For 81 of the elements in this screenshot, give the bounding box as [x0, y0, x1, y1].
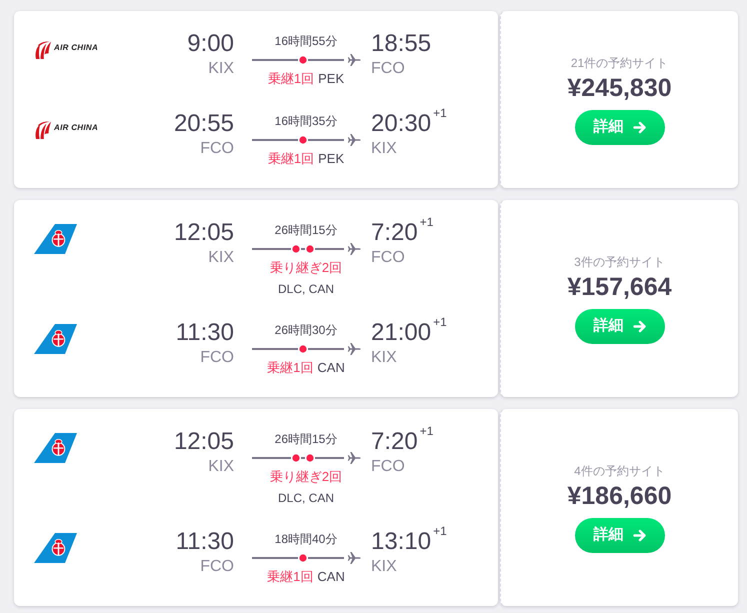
flight-duration: 16時間55分: [274, 33, 338, 49]
stop-dot-icon: [298, 56, 306, 64]
stopover-count: 乗継1回: [268, 150, 314, 168]
details-button[interactable]: 詳細: [574, 110, 664, 144]
bird-emblem-icon: [34, 41, 51, 59]
airline-wordmark: AIR CHINA: [54, 43, 98, 52]
airline-wordmark: AIR CHINA: [54, 123, 98, 132]
stopover-airports: PEK: [318, 70, 344, 88]
arrival-time: 13:10: [371, 528, 432, 556]
flight-duration: 26時間15分: [274, 222, 338, 238]
arrival-time: 20:30: [371, 110, 432, 138]
flight-duration: 26時間15分: [274, 431, 338, 447]
tail-fin-logo-icon: [34, 224, 77, 254]
arrow-right-icon: [632, 320, 646, 332]
stopover-airports: CAN: [317, 568, 345, 586]
stop-dot-icon: [298, 554, 306, 562]
stopover-count: 乗継1回: [268, 70, 314, 88]
stopover-airports: DLC, CAN: [278, 281, 334, 297]
airplane-icon: [346, 242, 360, 256]
airplane-icon: [346, 133, 360, 147]
arrival-airport: FCO: [371, 248, 405, 268]
departure-time: 11:30: [176, 528, 234, 556]
arrival-airport: FCO: [371, 59, 405, 79]
stop-dot-icon: [298, 345, 306, 353]
arrival-time: 7:20: [371, 428, 418, 456]
next-day-marker: +1: [433, 525, 447, 537]
next-day-marker: +1: [433, 107, 447, 119]
flight-duration: 18時間40分: [274, 531, 338, 547]
details-button[interactable]: 詳細: [574, 518, 664, 552]
stopover-count: 乗り継ぎ2回: [270, 468, 342, 486]
booking-sites-count: 21件の予約サイト: [570, 54, 668, 70]
price-text: ¥157,664: [567, 272, 672, 302]
arrival-airport: FCO: [371, 457, 405, 477]
stop-dot-icon: [306, 245, 314, 253]
next-day-marker: +1: [420, 425, 434, 437]
stopover-airports: PEK: [318, 150, 344, 168]
arrow-right-icon: [632, 528, 646, 542]
stopover-count: 乗り継ぎ2回: [270, 259, 342, 277]
tail-fin-logo-icon: [34, 324, 77, 354]
flight-duration: 26時間30分: [274, 322, 338, 338]
next-day-marker: +1: [420, 216, 434, 228]
departure-airport: FCO: [200, 348, 234, 368]
stop-dot-icon: [292, 454, 300, 462]
arrow-right-icon: [632, 120, 646, 134]
arrival-airport: KIX: [371, 139, 397, 159]
tail-fin-logo-icon: [34, 433, 77, 463]
departure-time: 12:05: [174, 219, 234, 247]
departure-time: 20:55: [174, 110, 234, 138]
flight-duration: 16時間35分: [274, 113, 338, 129]
departure-airport: KIX: [208, 457, 234, 477]
airplane-icon: [346, 551, 360, 565]
details-button[interactable]: 詳細: [574, 308, 664, 344]
stopover-count: 乗継1回: [267, 359, 314, 377]
stop-dot-icon: [292, 245, 300, 253]
airplane-icon: [346, 53, 360, 67]
arrival-time: 18:55: [371, 30, 432, 58]
stop-dot-icon: [306, 454, 314, 462]
stop-dot-icon: [298, 136, 306, 144]
departure-airport: KIX: [208, 59, 234, 79]
booking-sites-count: 4件の予約サイト: [574, 462, 665, 478]
stopover-count: 乗継1回: [267, 568, 314, 586]
departure-airport: KIX: [208, 248, 234, 268]
arrival-time: 21:00: [371, 319, 432, 347]
airplane-icon: [346, 342, 360, 356]
airplane-icon: [346, 451, 360, 465]
arrival-time: 7:20: [371, 219, 418, 247]
bird-emblem-icon: [34, 121, 51, 139]
stopover-airports: CAN: [317, 359, 345, 377]
departure-airport: FCO: [200, 557, 234, 577]
departure-time: 9:00: [187, 30, 234, 58]
price-text: ¥245,830: [567, 72, 672, 102]
booking-sites-count: 3件の予約サイト: [574, 254, 665, 270]
departure-airport: FCO: [200, 139, 234, 159]
next-day-marker: +1: [433, 316, 447, 328]
arrival-airport: KIX: [371, 348, 397, 368]
price-text: ¥186,660: [567, 480, 672, 510]
arrival-airport: KIX: [371, 557, 397, 577]
stopover-airports: DLC, CAN: [278, 490, 334, 506]
tail-fin-logo-icon: [34, 533, 77, 563]
departure-time: 12:05: [174, 428, 234, 456]
departure-time: 11:30: [176, 319, 234, 347]
